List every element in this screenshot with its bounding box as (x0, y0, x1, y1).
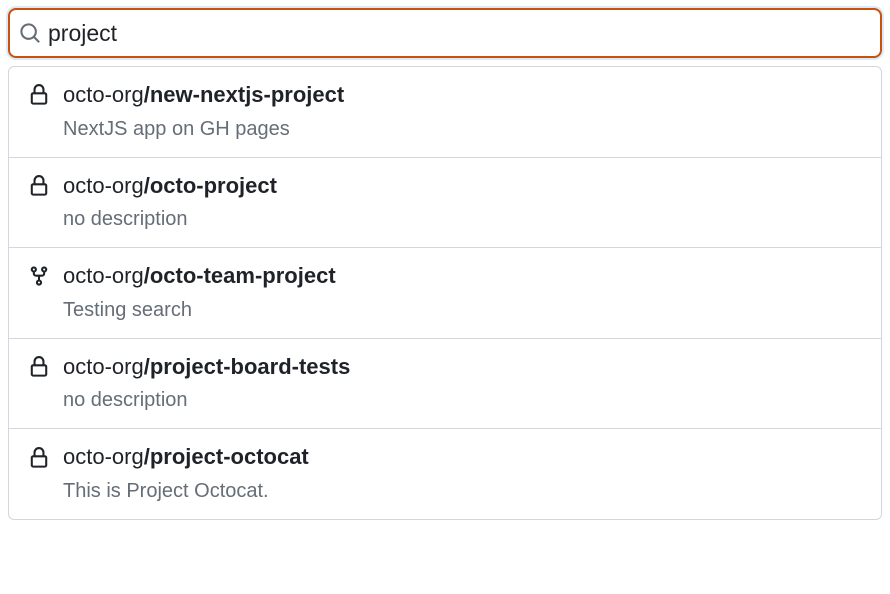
search-icon (24, 21, 48, 45)
search-input[interactable] (48, 20, 866, 47)
result-title-row: octo-org/new-nextjs-project (27, 81, 863, 110)
result-title-row: octo-org/octo-team-project (27, 262, 863, 291)
result-title: octo-org/project-board-tests (63, 353, 350, 382)
search-result-item[interactable]: octo-org/octo-project no description (9, 158, 881, 249)
result-name: new-nextjs-project (150, 82, 344, 107)
result-title-row: octo-org/project-board-tests (27, 353, 863, 382)
result-name: octo-project (150, 173, 277, 198)
search-container: octo-org/new-nextjs-project NextJS app o… (8, 8, 882, 520)
lock-icon (27, 446, 51, 470)
fork-icon (27, 264, 51, 288)
result-title-row: octo-org/octo-project (27, 172, 863, 201)
result-description: NextJS app on GH pages (63, 118, 863, 141)
search-result-item[interactable]: octo-org/project-octocat This is Project… (9, 429, 881, 519)
result-description: Testing search (63, 299, 863, 322)
result-owner: octo-org (63, 444, 144, 469)
result-description: no description (63, 389, 863, 412)
search-box[interactable] (8, 8, 882, 58)
result-title: octo-org/project-octocat (63, 443, 309, 472)
result-owner: octo-org (63, 173, 144, 198)
result-description: This is Project Octocat. (63, 480, 863, 503)
search-results-list: octo-org/new-nextjs-project NextJS app o… (8, 66, 882, 520)
result-name: project-board-tests (150, 354, 350, 379)
result-owner: octo-org (63, 82, 144, 107)
result-owner: octo-org (63, 354, 144, 379)
result-description: no description (63, 208, 863, 231)
search-result-item[interactable]: octo-org/new-nextjs-project NextJS app o… (9, 67, 881, 158)
result-owner: octo-org (63, 263, 144, 288)
search-result-item[interactable]: octo-org/project-board-tests no descript… (9, 339, 881, 430)
result-title-row: octo-org/project-octocat (27, 443, 863, 472)
result-name: octo-team-project (150, 263, 336, 288)
lock-icon (27, 83, 51, 107)
result-title: octo-org/new-nextjs-project (63, 81, 344, 110)
result-title: octo-org/octo-project (63, 172, 277, 201)
result-name: project-octocat (150, 444, 309, 469)
result-title: octo-org/octo-team-project (63, 262, 336, 291)
lock-icon (27, 355, 51, 379)
lock-icon (27, 174, 51, 198)
search-result-item[interactable]: octo-org/octo-team-project Testing searc… (9, 248, 881, 339)
